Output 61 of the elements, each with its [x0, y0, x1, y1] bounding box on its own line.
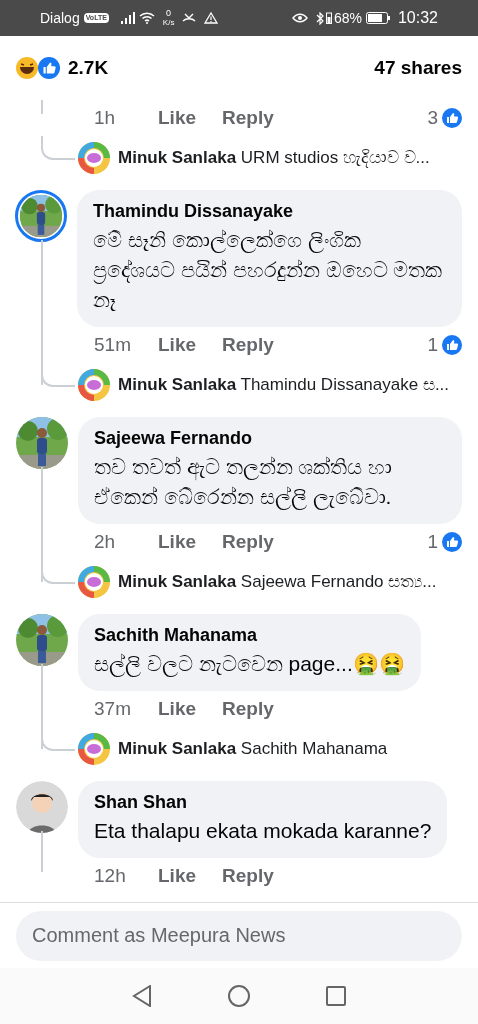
reply-link[interactable]: Reply — [222, 694, 274, 724]
like-icon — [442, 335, 462, 355]
like-icon — [442, 108, 462, 128]
clock: 10:32 — [397, 8, 438, 28]
commenter-name[interactable]: Sajeewa Fernando — [94, 425, 446, 452]
haha-reaction-icon — [16, 57, 38, 79]
home-icon[interactable] — [228, 985, 250, 1007]
commenter-name[interactable]: Sachith Mahanama — [94, 622, 405, 649]
like-link[interactable]: Like — [158, 330, 222, 360]
reply-preview-text[interactable]: Minuk Sanlaka URM studios හැදියාව ව... — [118, 145, 430, 171]
battery-percent: 68% — [333, 8, 362, 28]
like-count: 1 — [427, 529, 438, 554]
reply-link[interactable]: Reply — [222, 103, 274, 133]
wifi-icon — [138, 12, 155, 24]
avatar-icon — [16, 781, 68, 833]
comment-text: මේ සෑනි කොල්ලෙක්ගෙ ලිංගික ප්‍රදේශයට පයින් පහරදුන්න ඔහෙට මතක නෑ — [93, 227, 444, 313]
like-icon — [442, 532, 462, 552]
recents-icon[interactable] — [326, 986, 346, 1006]
bluetooth-icon — [315, 11, 324, 25]
reply-preview-text[interactable]: Minuk Sanlaka Sachith Mahanama — [118, 736, 388, 762]
page-logo-icon — [78, 566, 110, 598]
commenter-name[interactable]: Thamindu Dissanayake — [93, 198, 446, 225]
comment-time: 12h — [94, 863, 127, 888]
phone-battery-icon — [325, 12, 332, 24]
comment-time: 2h — [94, 529, 117, 554]
warning-icon — [204, 12, 219, 24]
eye-icon — [291, 12, 308, 24]
reply-link[interactable]: Reply — [222, 330, 274, 360]
carrier-name: Dialog — [40, 8, 80, 28]
page-logo-icon — [78, 733, 110, 765]
missed-call-icon — [182, 12, 197, 24]
share-count[interactable]: 47 shares — [374, 53, 462, 83]
reply-preview-text[interactable]: Minuk Sanlaka Thamindu Dissanayake ස... — [118, 372, 450, 398]
commenter-name[interactable]: Shan Shan — [94, 789, 432, 816]
back-icon[interactable] — [132, 985, 152, 1007]
comment-time: 37m — [94, 696, 132, 721]
comment-time: 51m — [94, 332, 132, 357]
like-link[interactable]: Like — [158, 694, 222, 724]
speed-unit: K/s — [162, 18, 175, 28]
comment-text: Eta thalapu ekata mokada karanne? — [94, 818, 432, 844]
like-count: 1 — [427, 332, 438, 357]
reply-link[interactable]: Reply — [222, 527, 274, 557]
speed-value: 0 — [166, 8, 172, 18]
battery-icon — [365, 12, 390, 24]
reply-preview-text[interactable]: Minuk Sanlaka Sajeewa Fernando සත්‍ය... — [118, 569, 437, 595]
signal-icon — [120, 12, 135, 24]
page-logo-icon — [78, 142, 110, 174]
thread-connector — [41, 136, 75, 160]
comment-field[interactable]: Comment as Meepura News — [16, 910, 462, 961]
like-link[interactable]: Like — [158, 103, 222, 133]
comment-time: 1h — [94, 105, 117, 130]
story-ring[interactable] — [15, 190, 67, 242]
page-logo-icon — [78, 369, 110, 401]
like-icon — [38, 57, 60, 79]
comment-text: තව තවත් ඇට තලන්න ශක්තිය හා ඒකෙන් බේරෙන්න සල්ලි ලැබේවා. — [94, 454, 394, 512]
reaction-count[interactable]: 2.7K — [68, 53, 109, 83]
like-count: 3 — [427, 105, 438, 130]
like-link[interactable]: Like — [158, 861, 222, 891]
like-link[interactable]: Like — [158, 527, 222, 557]
reply-link[interactable]: Reply — [222, 861, 274, 891]
comment-text: සල්ලි වලට නැටවෙන page...🤮🤮 — [94, 651, 405, 679]
